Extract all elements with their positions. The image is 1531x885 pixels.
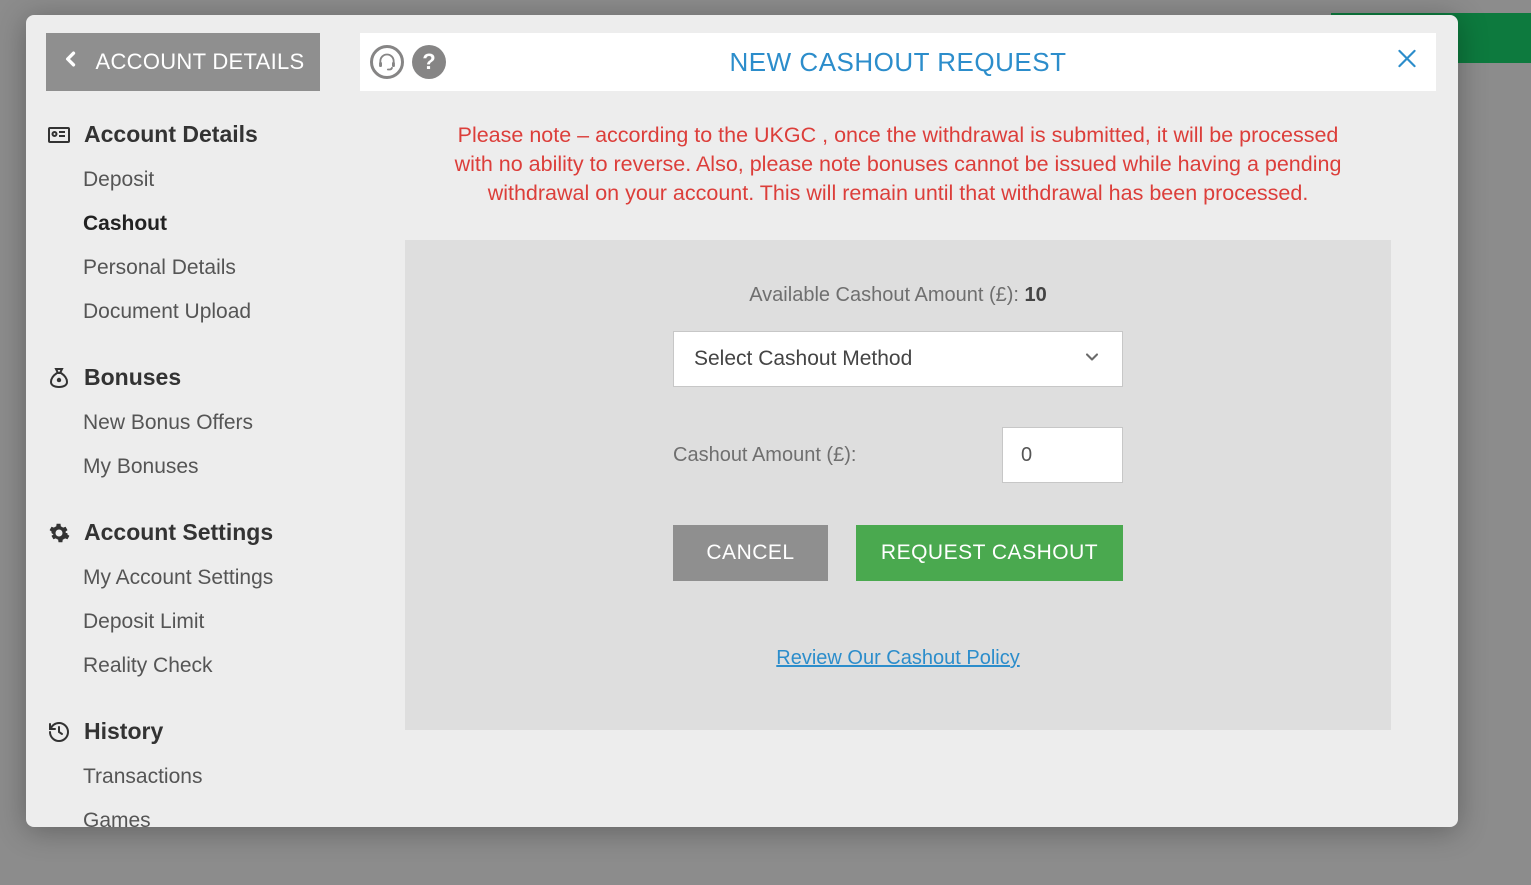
- review-cashout-policy-link[interactable]: Review Our Cashout Policy: [776, 647, 1019, 669]
- gear-icon: [46, 520, 72, 546]
- sidebar-item-my-account-settings[interactable]: My Account Settings: [46, 556, 320, 600]
- cashout-form: Available Cashout Amount (£): 10 Select …: [405, 240, 1391, 730]
- nav-group-bonuses: Bonuses New Bonus Offers My Bonuses: [46, 364, 320, 489]
- help-icon[interactable]: ?: [412, 45, 446, 79]
- available-cashout-line: Available Cashout Amount (£): 10: [425, 284, 1371, 307]
- nav-group-history: History Transactions Games: [46, 718, 320, 827]
- page-title: NEW CASHOUT REQUEST: [360, 47, 1436, 78]
- header-bar: ? NEW CASHOUT REQUEST: [360, 33, 1436, 91]
- sidebar-item-cashout[interactable]: Cashout: [46, 202, 320, 246]
- sidebar-item-new-bonus-offers[interactable]: New Bonus Offers: [46, 401, 320, 445]
- support-headset-icon[interactable]: [370, 45, 404, 79]
- sidebar-item-games[interactable]: Games: [46, 799, 320, 827]
- history-icon: [46, 719, 72, 745]
- content-area: Please note – according to the UKGC , on…: [360, 91, 1436, 730]
- back-label: ACCOUNT DETAILS: [95, 49, 304, 75]
- nav-group-account-details: Account Details Deposit Cashout Personal…: [46, 121, 320, 334]
- nav-group-title: Bonuses: [46, 364, 320, 391]
- warning-notice: Please note – according to the UKGC , on…: [448, 121, 1348, 208]
- account-modal: ACCOUNT DETAILS Account Details Deposit …: [26, 15, 1458, 827]
- cashout-amount-label: Cashout Amount (£):: [673, 444, 856, 467]
- available-cashout-value: 10: [1025, 284, 1047, 306]
- close-button[interactable]: [1390, 42, 1424, 83]
- cashout-method-select[interactable]: Select Cashout Method: [673, 331, 1123, 387]
- money-bag-icon: [46, 365, 72, 391]
- nav-group-title: Account Settings: [46, 519, 320, 546]
- sidebar-item-my-bonuses[interactable]: My Bonuses: [46, 445, 320, 489]
- sidebar-item-transactions[interactable]: Transactions: [46, 755, 320, 799]
- chevron-left-icon: [61, 49, 81, 75]
- nav-group-title: History: [46, 718, 320, 745]
- nav-group-account-settings: Account Settings My Account Settings Dep…: [46, 519, 320, 688]
- sidebar-item-personal-details[interactable]: Personal Details: [46, 246, 320, 290]
- sidebar-item-deposit-limit[interactable]: Deposit Limit: [46, 600, 320, 644]
- sidebar-item-reality-check[interactable]: Reality Check: [46, 644, 320, 688]
- sidebar-item-document-upload[interactable]: Document Upload: [46, 290, 320, 334]
- sidebar: ACCOUNT DETAILS Account Details Deposit …: [26, 15, 338, 827]
- cashout-method-placeholder: Select Cashout Method: [694, 347, 912, 371]
- request-cashout-button[interactable]: REQUEST CASHOUT: [856, 525, 1123, 581]
- sidebar-item-deposit[interactable]: Deposit: [46, 158, 320, 202]
- chevron-down-icon: [1082, 347, 1102, 372]
- back-to-account-details[interactable]: ACCOUNT DETAILS: [46, 33, 320, 91]
- main-panel: ? NEW CASHOUT REQUEST Please note – acco…: [338, 15, 1458, 827]
- cancel-button[interactable]: CANCEL: [673, 525, 828, 581]
- cashout-amount-input[interactable]: [1002, 427, 1123, 483]
- id-card-icon: [46, 122, 72, 148]
- nav-group-title: Account Details: [46, 121, 320, 148]
